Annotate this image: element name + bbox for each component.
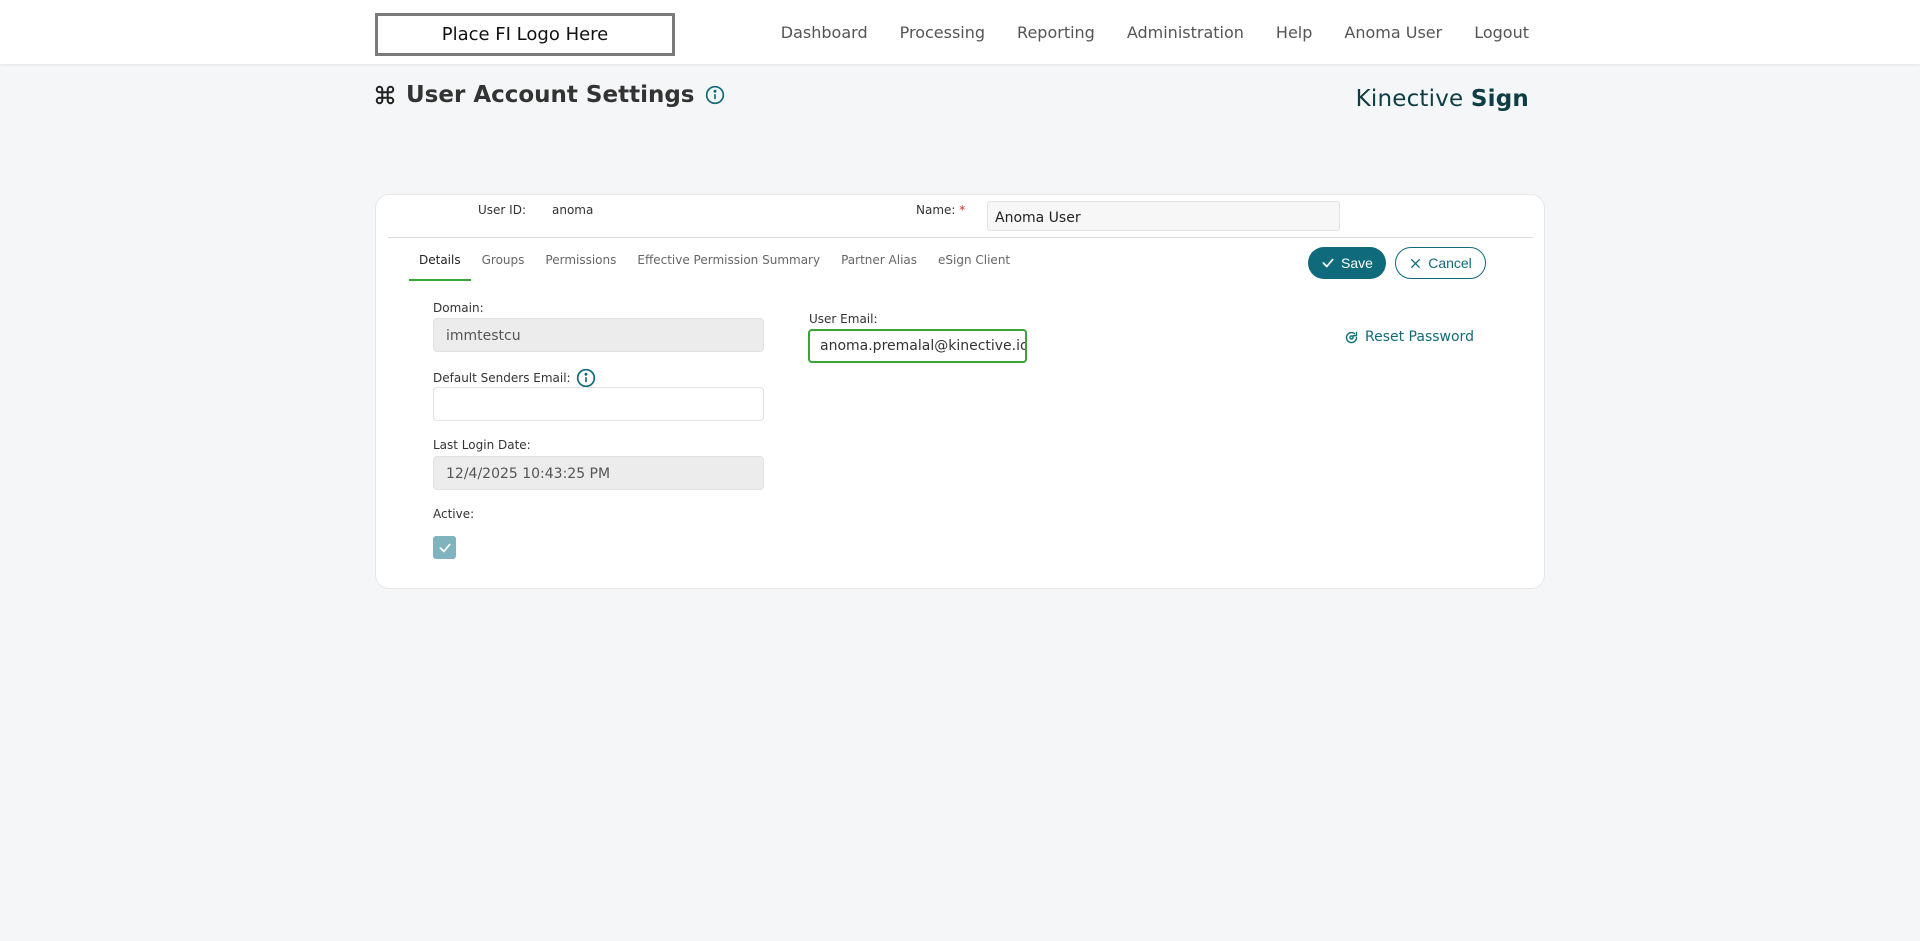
last-login-field: 12/4/2025 10:43:25 PM xyxy=(433,456,764,490)
main-nav: Dashboard Processing Reporting Administr… xyxy=(781,0,1529,64)
active-label: Active: xyxy=(433,507,475,521)
name-label-text: Name: xyxy=(916,203,956,217)
last-login-label: Last Login Date: xyxy=(433,438,531,452)
tab-details[interactable]: Details xyxy=(409,239,471,281)
reset-password-label: Reset Password xyxy=(1365,329,1474,345)
default-senders-email-label-text: Default Senders Email: xyxy=(433,371,571,385)
cancel-button-label: Cancel xyxy=(1428,255,1472,271)
info-icon[interactable] xyxy=(705,85,725,105)
tab-esign-client[interactable]: eSign Client xyxy=(928,239,1020,281)
nav-reporting[interactable]: Reporting xyxy=(1017,23,1095,42)
nav-help[interactable]: Help xyxy=(1276,23,1312,42)
user-id-label: User ID: xyxy=(478,203,526,217)
active-checkbox[interactable] xyxy=(433,536,456,559)
check-icon xyxy=(1322,258,1334,268)
fi-logo-placeholder[interactable]: Place FI Logo Here xyxy=(375,13,675,56)
kinective-sign-logo: Kinective Sign xyxy=(1356,86,1529,112)
checkmark-icon xyxy=(438,543,451,552)
reset-password-link[interactable]: Reset Password xyxy=(1344,329,1474,345)
top-nav-bar: Place FI Logo Here Dashboard Processing … xyxy=(0,0,1920,64)
reset-icon xyxy=(1345,331,1358,343)
header-divider xyxy=(388,237,1533,238)
close-icon xyxy=(1411,258,1421,268)
tab-groups[interactable]: Groups xyxy=(472,239,535,281)
domain-field: immtestcu xyxy=(433,318,764,352)
default-senders-email-label: Default Senders Email: xyxy=(433,368,596,388)
nav-processing[interactable]: Processing xyxy=(900,23,985,42)
brand-light-text: Kinective xyxy=(1355,86,1471,112)
nav-dashboard[interactable]: Dashboard xyxy=(781,23,868,42)
nav-logout[interactable]: Logout xyxy=(1474,23,1529,42)
user-email-field[interactable]: anoma.premalal@kinective.io xyxy=(808,329,1027,363)
tab-permissions[interactable]: Permissions xyxy=(535,239,626,281)
save-button-label: Save xyxy=(1341,255,1373,271)
page-title-row: User Account Settings xyxy=(374,82,725,108)
default-senders-email-field[interactable] xyxy=(433,387,764,421)
user-email-label: User Email: xyxy=(809,312,878,326)
save-button[interactable]: Save xyxy=(1308,247,1386,279)
nav-user-menu[interactable]: Anoma User xyxy=(1344,23,1442,42)
tab-partner-alias[interactable]: Partner Alias xyxy=(831,239,927,281)
page-title: User Account Settings xyxy=(406,82,695,108)
info-icon[interactable] xyxy=(576,368,596,388)
name-label: Name: * xyxy=(916,203,965,217)
user-settings-card: User ID: anoma Name: * Anoma User Detail… xyxy=(375,194,1545,589)
tab-effective-permission-summary[interactable]: Effective Permission Summary xyxy=(627,239,830,281)
name-input[interactable]: Anoma User xyxy=(987,201,1340,231)
brand-bold-text: Sign xyxy=(1470,86,1529,112)
required-marker: * xyxy=(959,203,966,217)
command-icon xyxy=(375,85,395,105)
tab-bar: Details Groups Permissions Effective Per… xyxy=(409,239,1021,281)
user-id-value: anoma xyxy=(552,203,594,217)
cancel-button[interactable]: Cancel xyxy=(1395,247,1486,279)
domain-label: Domain: xyxy=(433,301,484,315)
nav-administration[interactable]: Administration xyxy=(1127,23,1244,42)
